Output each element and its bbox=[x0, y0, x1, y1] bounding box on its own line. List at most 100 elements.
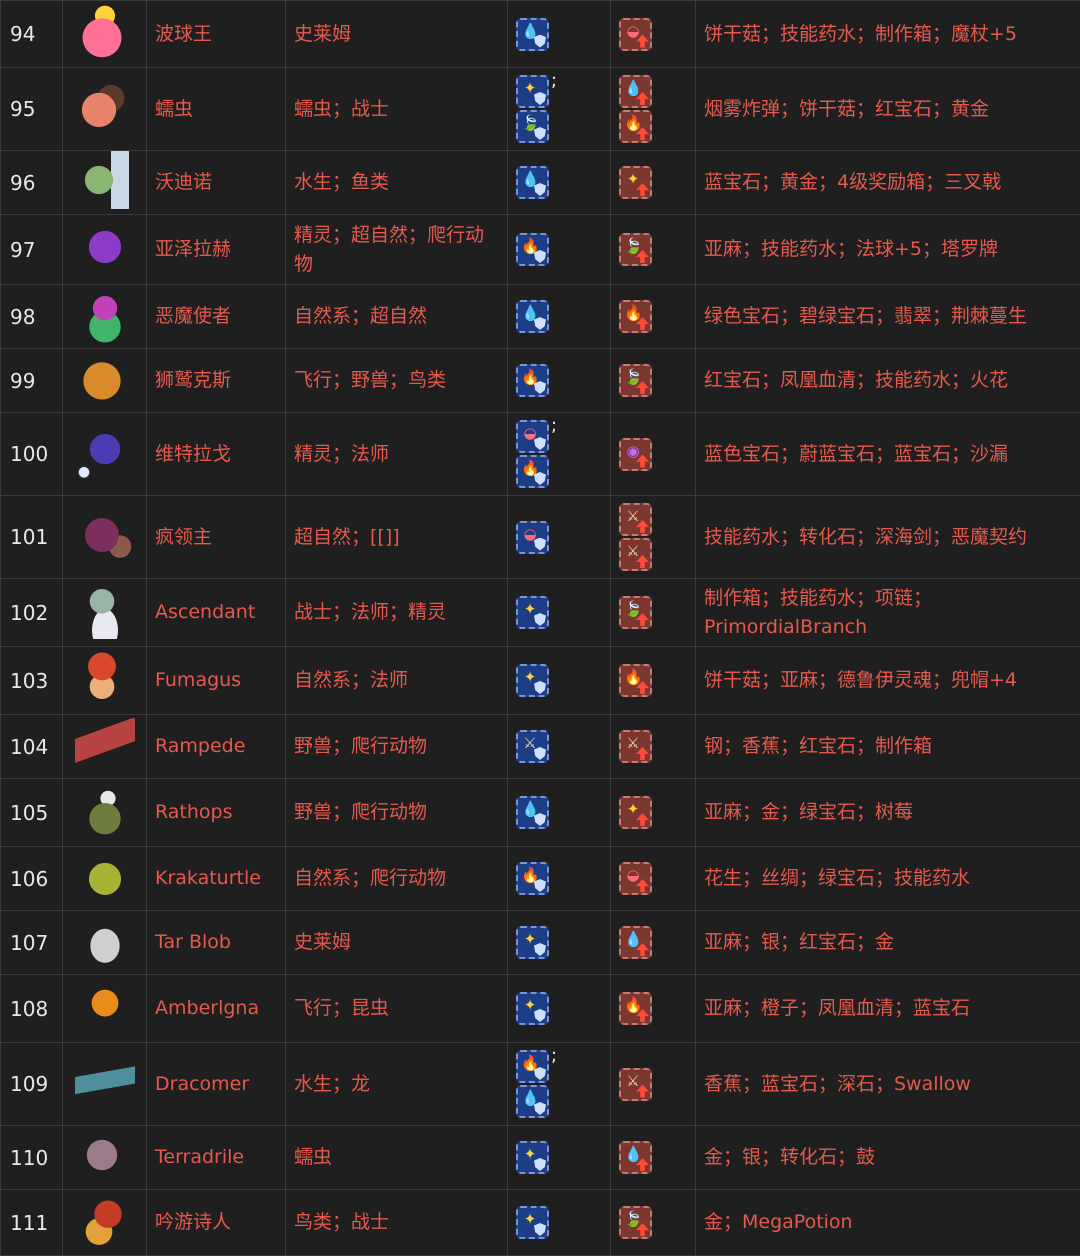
fire-weakness-icon[interactable]: 🔥 bbox=[619, 300, 652, 333]
worm-creature-icon[interactable] bbox=[75, 78, 135, 136]
water-resist-icon[interactable]: 💧 bbox=[516, 796, 549, 829]
drop-item-links[interactable]: 金；银；转化石；鼓 bbox=[696, 1126, 1080, 1190]
monster-type-links[interactable]: 自然系；法师 bbox=[286, 647, 508, 715]
sand-worm-icon[interactable] bbox=[75, 1126, 135, 1184]
monster-type-links[interactable]: 自然系；爬行动物 bbox=[286, 847, 508, 911]
nature-resist-icon[interactable]: 🍃 bbox=[516, 110, 549, 143]
monster-name-link[interactable]: 波球王 bbox=[147, 1, 286, 68]
drop-item-links[interactable]: 红宝石；凤凰血清；技能药水；火花 bbox=[696, 349, 1080, 413]
fire-weakness-icon[interactable]: 🔥 bbox=[619, 110, 652, 143]
nature-weakness-icon[interactable]: 🍃 bbox=[619, 1206, 652, 1239]
fire-resist-icon[interactable]: 🔥 bbox=[516, 1050, 549, 1083]
monster-type-links[interactable]: 史莱姆 bbox=[286, 1, 508, 68]
monster-type-links[interactable]: 飞行；野兽；鸟类 bbox=[286, 349, 508, 413]
light-weakness-icon[interactable]: ✦ bbox=[619, 166, 652, 199]
physical-weakness-icon[interactable]: ⚔ bbox=[619, 730, 652, 763]
monster-type-links[interactable]: 鸟类；战士 bbox=[286, 1190, 508, 1256]
physical-weakness-icon[interactable]: ⚔ bbox=[619, 1068, 652, 1101]
nature-weakness-icon[interactable]: 🍃 bbox=[619, 364, 652, 397]
physical-weakness-icon[interactable]: ⚔ bbox=[619, 503, 652, 536]
fishman-warrior-icon[interactable] bbox=[75, 151, 135, 209]
drop-item-links[interactable]: 亚麻；金；绿宝石；树莓 bbox=[696, 779, 1080, 847]
monster-name-link[interactable]: 恶魔使者 bbox=[147, 285, 286, 349]
monster-name-link[interactable]: 吟游诗人 bbox=[147, 1190, 286, 1256]
monster-name-link[interactable]: 沃迪诺 bbox=[147, 151, 286, 215]
water-weakness-icon[interactable]: 💧 bbox=[619, 926, 652, 959]
drop-item-links[interactable]: 香蕉；蓝宝石；深石；Swallow bbox=[696, 1043, 1080, 1126]
purple-elf-icon[interactable] bbox=[75, 218, 135, 276]
physical-resist-icon[interactable]: ⚔ bbox=[516, 730, 549, 763]
monster-type-links[interactable]: 飞行；昆虫 bbox=[286, 975, 508, 1043]
blood-resist-icon[interactable]: ◒ bbox=[516, 521, 549, 554]
light-resist-icon[interactable]: ✦ bbox=[516, 992, 549, 1025]
light-resist-icon[interactable]: ✦ bbox=[516, 1141, 549, 1174]
blood-weakness-icon[interactable]: ◒ bbox=[619, 18, 652, 51]
drop-item-links[interactable]: 烟雾炸弹；饼干菇；红宝石；黄金 bbox=[696, 68, 1080, 151]
drop-item-links[interactable]: 蓝色宝石；蔚蓝宝石；蓝宝石；沙漏 bbox=[696, 413, 1080, 496]
spiky-turtle-icon[interactable] bbox=[75, 847, 135, 905]
drop-item-links[interactable]: 绿色宝石；碧绿宝石；翡翠；荆棘蔓生 bbox=[696, 285, 1080, 349]
monster-name-link[interactable]: Rathops bbox=[147, 779, 286, 847]
monster-name-link[interactable]: Amberlgna bbox=[147, 975, 286, 1043]
light-resist-icon[interactable]: ✦ bbox=[516, 926, 549, 959]
centipede-icon[interactable] bbox=[75, 715, 135, 773]
drop-item-links[interactable]: 亚麻；技能药水；法球+5；塔罗牌 bbox=[696, 215, 1080, 285]
fire-weakness-icon[interactable]: 🔥 bbox=[619, 664, 652, 697]
monster-name-link[interactable]: 维特拉戈 bbox=[147, 413, 286, 496]
monster-type-links[interactable]: 超自然；[[]] bbox=[286, 496, 508, 579]
blood-resist-icon[interactable]: ◒ bbox=[516, 420, 549, 453]
griffin-icon[interactable] bbox=[75, 349, 135, 407]
nature-weakness-icon[interactable]: 🍃 bbox=[619, 596, 652, 629]
drop-item-links[interactable]: 亚麻；橙子；凤凰血清；蓝宝石 bbox=[696, 975, 1080, 1043]
drop-item-links[interactable]: 亚麻；银；红宝石；金 bbox=[696, 911, 1080, 975]
monster-type-links[interactable]: 自然系；超自然 bbox=[286, 285, 508, 349]
monster-name-link[interactable]: Tar Blob bbox=[147, 911, 286, 975]
water-resist-icon[interactable]: 💧 bbox=[516, 300, 549, 333]
mushroom-kid-icon[interactable] bbox=[75, 649, 135, 707]
monster-type-links[interactable]: 野兽；爬行动物 bbox=[286, 715, 508, 779]
monster-type-links[interactable]: 蠕虫 bbox=[286, 1126, 508, 1190]
light-resist-icon[interactable]: ✦ bbox=[516, 664, 549, 697]
drop-item-links[interactable]: 钢；香蕉；红宝石；制作箱 bbox=[696, 715, 1080, 779]
amber-wasp-icon[interactable] bbox=[75, 977, 135, 1035]
monster-type-links[interactable]: 蠕虫；战士 bbox=[286, 68, 508, 151]
water-resist-icon[interactable]: 💧 bbox=[516, 1085, 549, 1118]
light-resist-icon[interactable]: ✦ bbox=[516, 1206, 549, 1239]
monster-name-link[interactable]: Dracomer bbox=[147, 1043, 286, 1126]
monster-type-links[interactable]: 野兽；爬行动物 bbox=[286, 779, 508, 847]
light-resist-icon[interactable]: ✦ bbox=[516, 596, 549, 629]
light-resist-icon[interactable]: ✦ bbox=[516, 75, 549, 108]
fire-resist-icon[interactable]: 🔥 bbox=[516, 862, 549, 895]
fire-resist-icon[interactable]: 🔥 bbox=[516, 233, 549, 266]
fire-resist-icon[interactable]: 🔥 bbox=[516, 364, 549, 397]
drop-item-links[interactable]: 技能药水；转化石；深海剑；恶魔契约 bbox=[696, 496, 1080, 579]
water-resist-icon[interactable]: 💧 bbox=[516, 18, 549, 51]
drop-item-links[interactable]: 金；MegaPotion bbox=[696, 1190, 1080, 1256]
turtle-rider-icon[interactable] bbox=[75, 781, 135, 839]
monster-type-links[interactable]: 史莱姆 bbox=[286, 911, 508, 975]
monster-type-links[interactable]: 水生；龙 bbox=[286, 1043, 508, 1126]
arcane-weakness-icon[interactable]: ◉ bbox=[619, 438, 652, 471]
monster-name-link[interactable]: 亚泽拉赫 bbox=[147, 215, 286, 285]
physical-weakness-icon[interactable]: ⚔ bbox=[619, 538, 652, 571]
monster-name-link[interactable]: Rampede bbox=[147, 715, 286, 779]
monster-name-link[interactable]: Terradrile bbox=[147, 1126, 286, 1190]
water-weakness-icon[interactable]: 💧 bbox=[619, 75, 652, 108]
sea-dragon-icon[interactable] bbox=[75, 1053, 135, 1111]
monster-name-link[interactable]: Krakaturtle bbox=[147, 847, 286, 911]
monster-name-link[interactable]: 狮鹫克斯 bbox=[147, 349, 286, 413]
nature-weakness-icon[interactable]: 🍃 bbox=[619, 233, 652, 266]
drop-item-links[interactable]: 饼干菇；技能药水；制作箱；魔杖+5 bbox=[696, 1, 1080, 68]
drop-item-links[interactable]: 饼干菇；亚麻；德鲁伊灵魂；兜帽+4 bbox=[696, 647, 1080, 715]
bard-bird-icon[interactable] bbox=[75, 1191, 135, 1249]
water-weakness-icon[interactable]: 💧 bbox=[619, 1141, 652, 1174]
blood-weakness-icon[interactable]: ◒ bbox=[619, 862, 652, 895]
ascendant-zombie-icon[interactable] bbox=[75, 581, 135, 639]
drop-item-links[interactable]: 蓝宝石；黄金；4级奖励箱；三叉戟 bbox=[696, 151, 1080, 215]
pink-slime-king-icon[interactable] bbox=[75, 3, 135, 61]
water-resist-icon[interactable]: 💧 bbox=[516, 166, 549, 199]
monster-type-links[interactable]: 水生；鱼类 bbox=[286, 151, 508, 215]
drop-item-links[interactable]: 制作箱；技能药水；项链；PrimordialBranch bbox=[696, 579, 1080, 647]
tar-skeleton-icon[interactable] bbox=[75, 911, 135, 969]
fire-weakness-icon[interactable]: 🔥 bbox=[619, 992, 652, 1025]
